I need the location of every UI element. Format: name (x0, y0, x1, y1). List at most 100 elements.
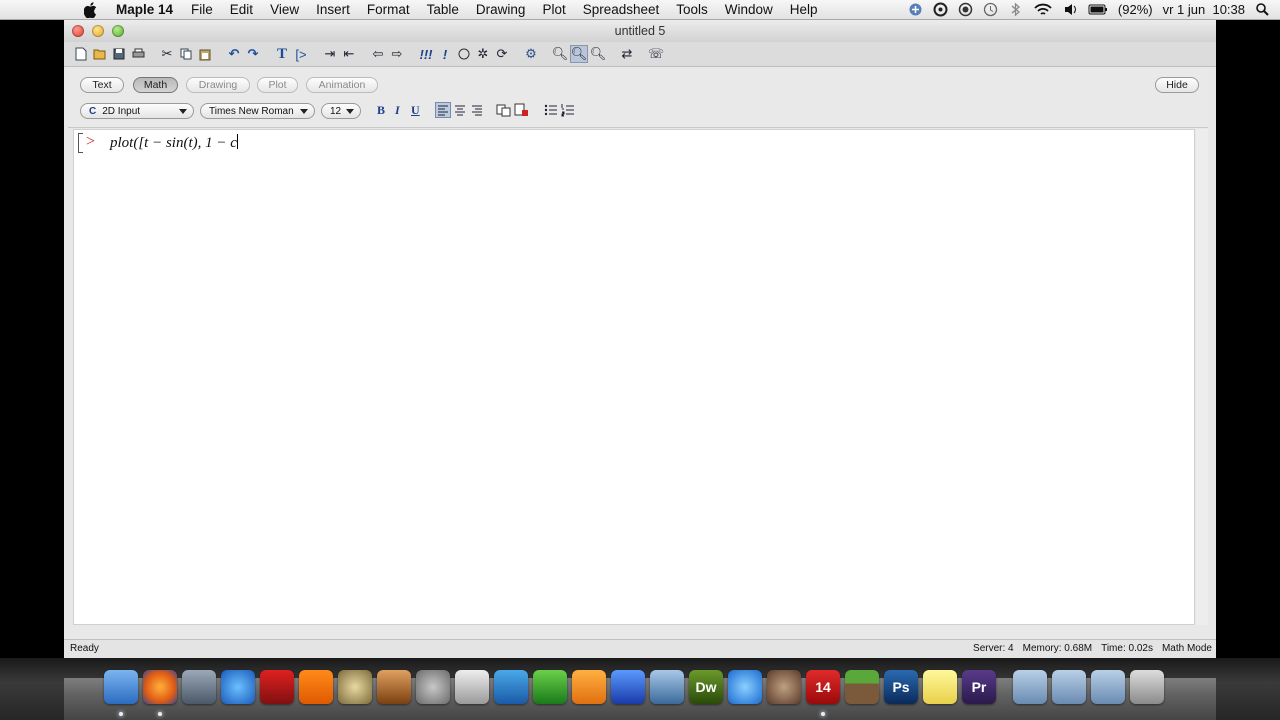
imovie-icon[interactable] (338, 670, 372, 704)
battery-icon[interactable] (1088, 2, 1108, 17)
bullet-list-icon[interactable] (544, 103, 558, 117)
mode-animation-button[interactable]: Animation (306, 77, 378, 93)
execute-all-icon[interactable]: !!! (417, 45, 435, 63)
bold-button[interactable]: B (377, 103, 385, 118)
frontrow-icon[interactable] (728, 670, 762, 704)
paste-icon[interactable] (196, 45, 214, 63)
open-folder-icon[interactable] (91, 45, 109, 63)
menu-plot[interactable]: Plot (542, 2, 565, 17)
restart-icon[interactable]: ⟳ (493, 45, 511, 63)
execution-group-bracket[interactable] (78, 133, 83, 153)
insert-prompt-icon[interactable]: [> (292, 45, 310, 63)
settings-gear-icon[interactable]: ⚙ (522, 45, 540, 63)
mode-plot-button[interactable]: Plot (257, 77, 298, 93)
save-icon[interactable] (110, 45, 128, 63)
excel-icon[interactable] (533, 670, 567, 704)
toggle-icon[interactable]: ⇄ (618, 45, 636, 63)
align-right-icon[interactable] (470, 103, 484, 117)
sync-icon[interactable] (908, 2, 923, 17)
help-icon[interactable]: ☏ (647, 45, 665, 63)
entourage-icon[interactable] (611, 670, 645, 704)
table-properties-icon[interactable] (496, 103, 512, 117)
input-style-dropdown[interactable]: C 2D Input (80, 103, 194, 119)
menu-view[interactable]: View (270, 2, 299, 17)
calculator-icon[interactable] (455, 670, 489, 704)
stickies-icon[interactable] (923, 670, 957, 704)
gear-status-icon[interactable] (933, 2, 948, 17)
powerpoint-icon[interactable] (572, 670, 606, 704)
itunes-icon[interactable] (221, 670, 255, 704)
mode-math-button[interactable]: Math (133, 77, 178, 93)
apple-menu-icon[interactable] (82, 1, 100, 19)
wifi-icon[interactable] (1033, 2, 1053, 17)
premiere-icon[interactable]: Pr (962, 670, 996, 704)
font-size-dropdown[interactable]: 12 (321, 103, 361, 119)
spotlight-search-icon[interactable] (1255, 2, 1270, 17)
menu-drawing[interactable]: Drawing (476, 2, 526, 17)
menu-file[interactable]: File (191, 2, 213, 17)
back-icon[interactable]: ⇦ (369, 45, 387, 63)
italic-button[interactable]: I (395, 103, 400, 118)
align-center-icon[interactable] (453, 103, 467, 117)
trash-icon[interactable] (1130, 670, 1164, 704)
volume-icon[interactable] (1063, 2, 1078, 17)
menu-spreadsheet[interactable]: Spreadsheet (583, 2, 660, 17)
minimize-window-button[interactable] (92, 25, 104, 37)
mode-text-button[interactable]: Text (80, 77, 124, 93)
new-document-icon[interactable] (72, 45, 90, 63)
stop-icon[interactable] (455, 45, 473, 63)
photo-icon[interactable] (182, 670, 216, 704)
underline-button[interactable]: U (411, 103, 420, 118)
vertical-scrollbar[interactable] (1196, 129, 1208, 625)
execute-icon[interactable]: ! (436, 45, 454, 63)
documents-folder-icon[interactable] (1052, 670, 1086, 704)
downloads-folder-icon[interactable] (1091, 670, 1125, 704)
cut-icon[interactable]: ✂ (158, 45, 176, 63)
dreamweaver-icon[interactable]: Dw (689, 670, 723, 704)
print-icon[interactable] (129, 45, 147, 63)
xcode-icon[interactable] (650, 670, 684, 704)
close-window-button[interactable] (72, 25, 84, 37)
zoom-window-button[interactable] (112, 25, 124, 37)
menu-format[interactable]: Format (367, 2, 410, 17)
applications-folder-icon[interactable] (1013, 670, 1047, 704)
indent-icon[interactable]: ⇥ (321, 45, 339, 63)
math-input-line[interactable]: plot([t − sin(t), 1 − c (110, 134, 238, 152)
app-menu[interactable]: Maple 14 (116, 2, 173, 17)
numbered-list-icon[interactable] (561, 103, 575, 117)
system-preferences-icon[interactable] (416, 670, 450, 704)
zoom-100-icon[interactable]: 🔍︎ (570, 45, 588, 63)
redo-icon[interactable]: ↷ (244, 45, 262, 63)
font-dropdown[interactable]: Times New Roman (200, 103, 315, 119)
zoom-in-icon[interactable]: 🔍︎ (551, 45, 569, 63)
undo-icon[interactable]: ↶ (225, 45, 243, 63)
align-left-icon[interactable] (435, 102, 451, 118)
garageband-icon[interactable] (377, 670, 411, 704)
menu-tools[interactable]: Tools (676, 2, 708, 17)
maple-icon[interactable]: 14 (806, 670, 840, 704)
forward-icon[interactable]: ⇨ (388, 45, 406, 63)
word-icon[interactable] (494, 670, 528, 704)
mode-drawing-button[interactable]: Drawing (186, 77, 250, 93)
photoshop-icon[interactable]: Ps (884, 670, 918, 704)
outdent-icon[interactable]: ⇤ (340, 45, 358, 63)
firefox-icon[interactable] (143, 670, 177, 704)
itunes-record-icon[interactable] (767, 670, 801, 704)
copy-icon[interactable] (177, 45, 195, 63)
worksheet-document[interactable]: > plot([t − sin(t), 1 − c (73, 129, 1195, 625)
text-color-icon[interactable] (514, 103, 530, 117)
menu-insert[interactable]: Insert (316, 2, 350, 17)
menu-table[interactable]: Table (427, 2, 459, 17)
vlc-icon[interactable] (299, 670, 333, 704)
time-machine-icon[interactable] (983, 2, 998, 17)
photobooth-icon[interactable] (260, 670, 294, 704)
menu-window[interactable]: Window (725, 2, 773, 17)
record-icon[interactable] (958, 2, 973, 17)
insert-text-icon[interactable]: T (273, 45, 291, 63)
menu-help[interactable]: Help (790, 2, 818, 17)
minecraft-icon[interactable] (845, 670, 879, 704)
bluetooth-icon[interactable] (1008, 2, 1023, 17)
hide-button[interactable]: Hide (1155, 77, 1199, 93)
window-titlebar[interactable]: untitled 5 (64, 20, 1216, 42)
menu-edit[interactable]: Edit (230, 2, 253, 17)
